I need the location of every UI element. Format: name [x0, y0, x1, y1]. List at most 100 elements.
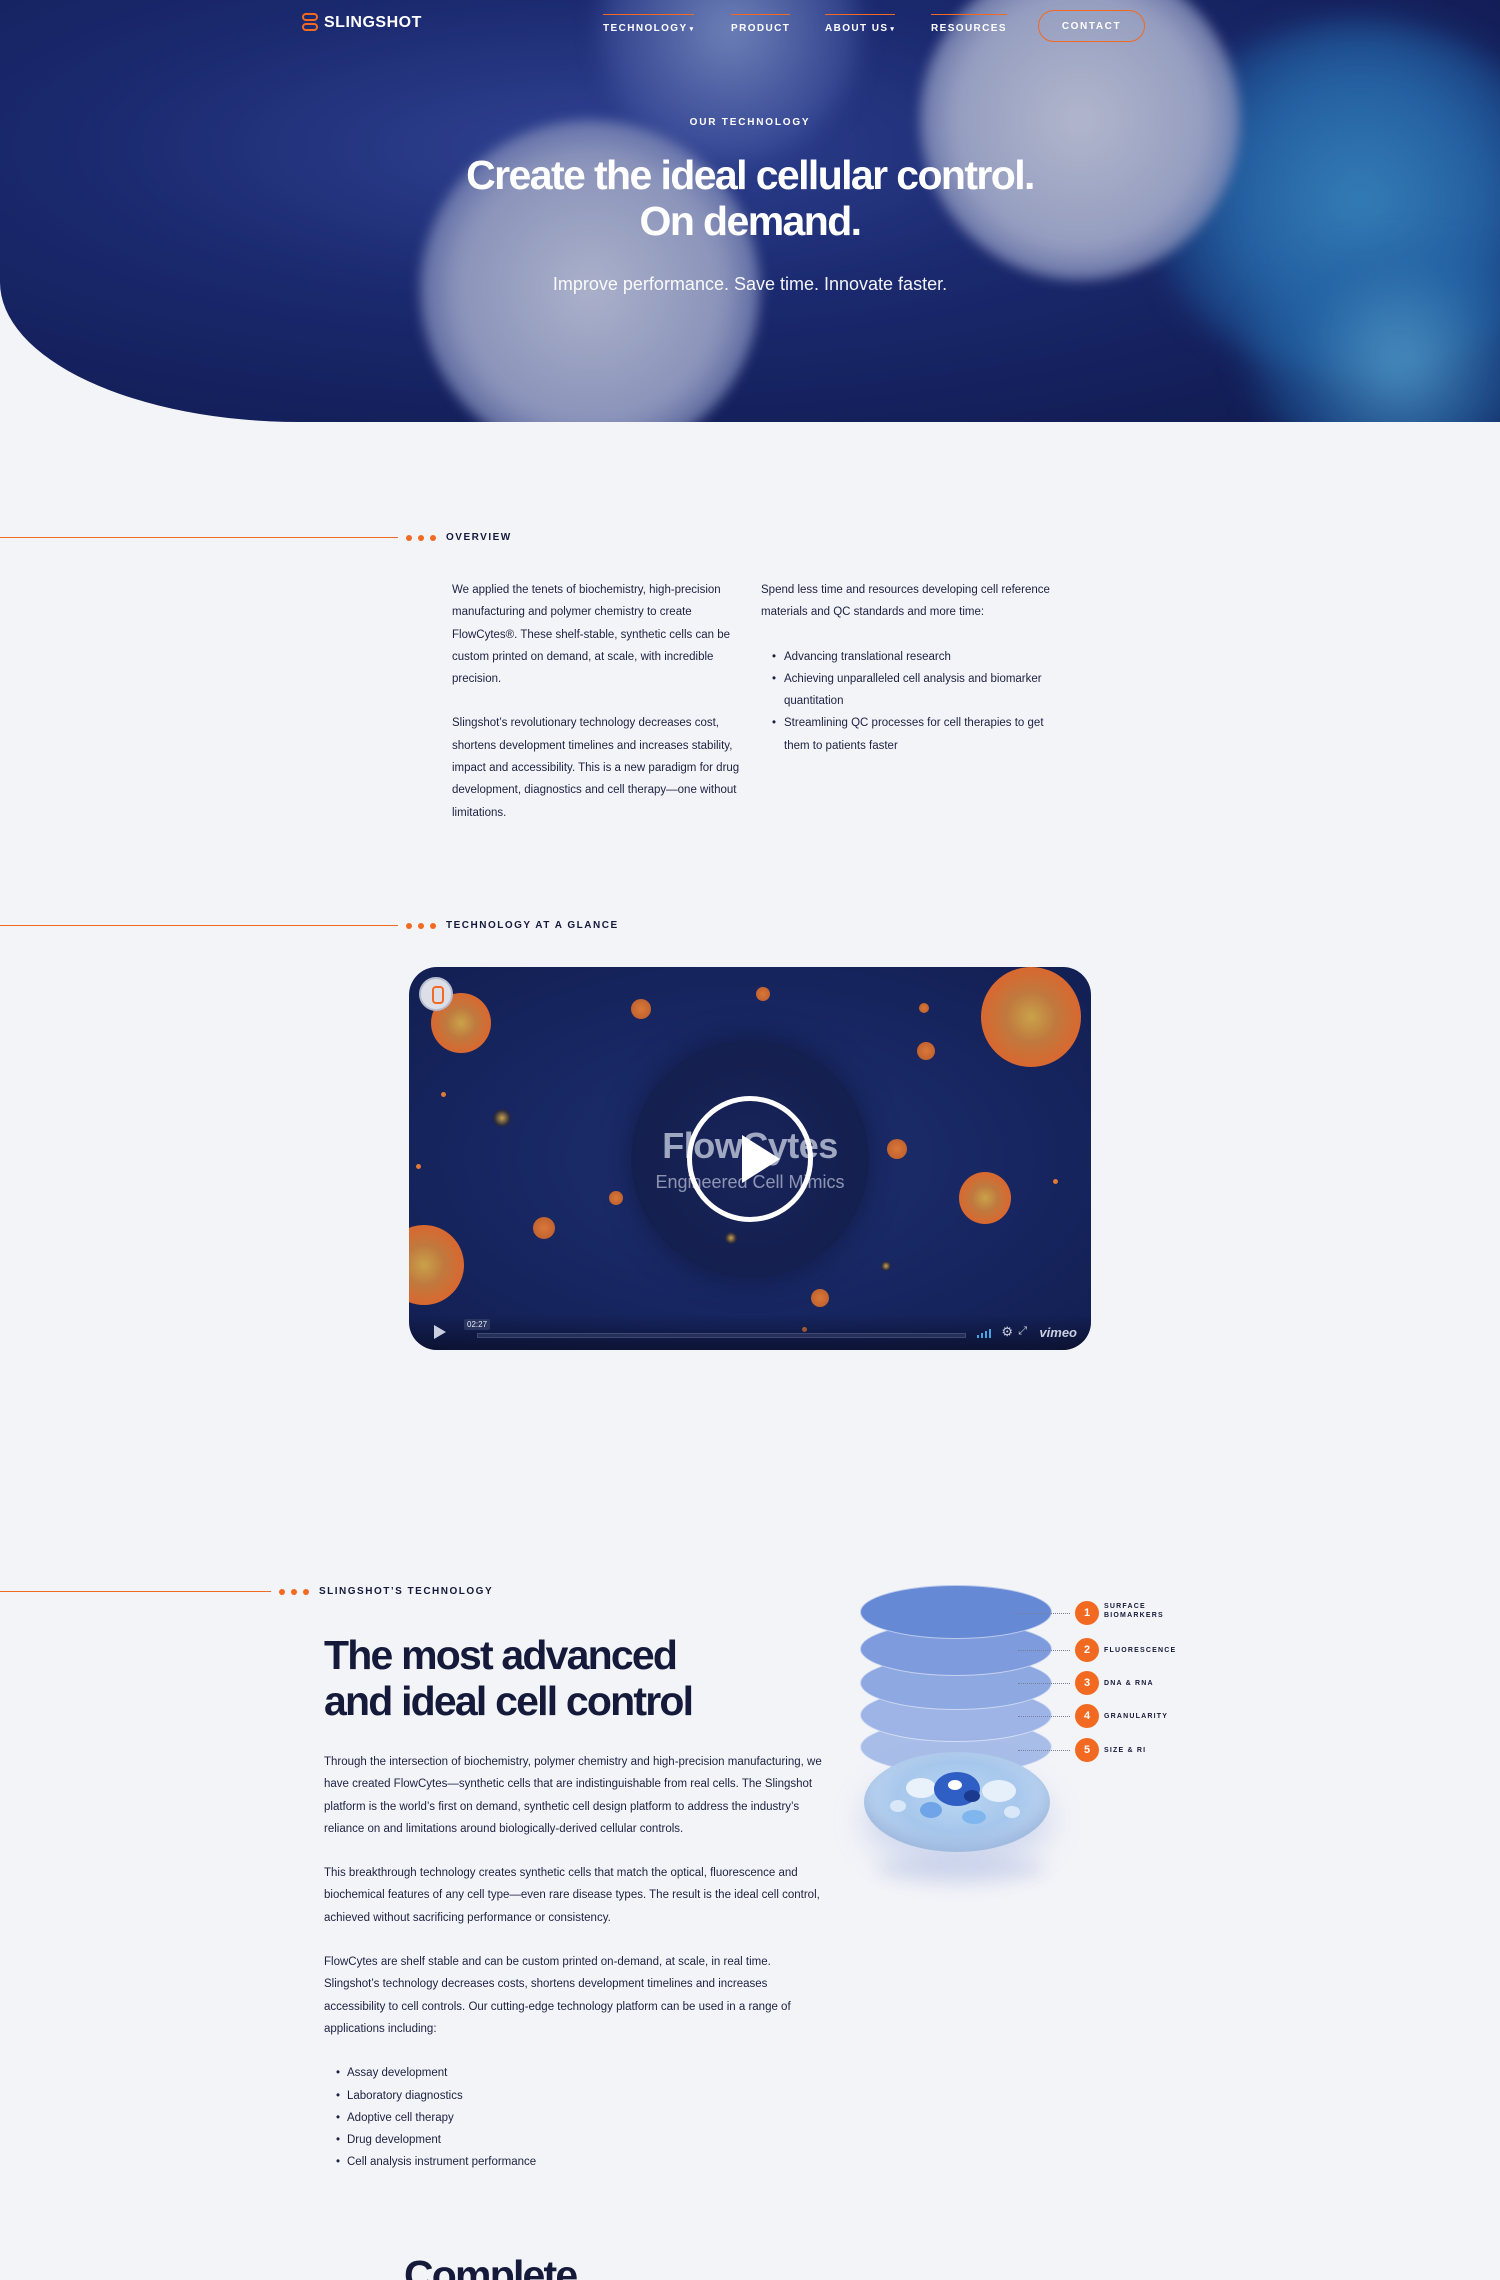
leader-line — [1018, 1683, 1070, 1684]
overview-right-column: Spend less time and resources developing… — [761, 579, 1061, 757]
technology-body: Through the intersection of biochemistry… — [324, 1751, 824, 2174]
section-divider-line — [0, 925, 398, 926]
diagram-label: FLUORESCENCE — [1104, 1647, 1177, 1654]
overview-left-column: We applied the tenets of biochemistry, h… — [452, 579, 742, 846]
applications-list: Assay development Laboratory diagnostics… — [324, 2062, 824, 2174]
cell-graphic — [919, 1003, 929, 1013]
cell-graphic — [409, 1225, 464, 1305]
list-item: Adoptive cell therapy — [324, 2107, 824, 2130]
diagram-organelle — [962, 1810, 986, 1824]
list-item: Cell analysis instrument performance — [324, 2151, 824, 2174]
diagram-organelle — [920, 1802, 942, 1818]
cell-graphic — [981, 967, 1081, 1067]
section-label-text: OVERVIEW — [446, 532, 512, 543]
overview-intro: Spend less time and resources developing… — [761, 584, 1050, 619]
leader-line — [1018, 1650, 1070, 1651]
list-item: Advancing translational research — [761, 646, 1061, 669]
site-logo[interactable]: SLINGSHOT — [302, 13, 422, 33]
cell-graphic — [881, 1261, 891, 1271]
cell-graphic — [533, 1217, 555, 1239]
chevron-down-icon: ▾ — [890, 26, 896, 33]
cell-graphic — [609, 1191, 623, 1205]
cell-graphic — [811, 1289, 829, 1307]
section-label-text: SLINGSHOT’S TECHNOLOGY — [319, 1586, 494, 1597]
diagram-label: DNA & RNA — [1104, 1680, 1154, 1687]
hero-title: Create the ideal cellular control. On de… — [0, 152, 1500, 244]
diagram-number-badge: 2 — [1075, 1638, 1099, 1662]
play-icon[interactable] — [434, 1325, 446, 1339]
video-player[interactable]: FlowCytes Engineered Cell Mimics 02:27 ⚙… — [409, 967, 1091, 1350]
video-controls: 02:27 ⚙ ⤢ vimeo — [409, 1314, 1091, 1350]
list-item: Assay development — [324, 2062, 824, 2085]
nav-technology[interactable]: TECHNOLOGY ▾ — [603, 14, 695, 34]
hero-subtitle: Improve performance. Save time. Innovate… — [552, 274, 948, 294]
slingshot-logo-icon — [302, 13, 318, 33]
diagram-label: SURFACE BIOMARKERS — [1104, 1603, 1164, 1619]
nav-about-us[interactable]: ABOUT US ▾ — [825, 14, 896, 34]
diagram-label: SIZE & RI — [1104, 1747, 1147, 1754]
list-item: Drug development — [324, 2129, 824, 2152]
hero-title-line: Create the ideal cellular control. — [466, 152, 1035, 198]
play-icon[interactable] — [687, 1096, 813, 1222]
diagram-cell-sphere — [864, 1752, 1050, 1852]
chevron-down-icon: ▾ — [689, 26, 695, 33]
diagram-organelle — [982, 1780, 1016, 1802]
technology-paragraph: FlowCytes are shelf stable and can be cu… — [324, 1956, 791, 2035]
nav-product[interactable]: PRODUCT — [731, 14, 791, 34]
leader-line — [1018, 1716, 1070, 1717]
overview-paragraph: Slingshot’s revolutionary technology dec… — [452, 717, 740, 819]
technology-title: The most advanced and ideal cell control — [324, 1632, 694, 1724]
hero-eyebrow: OUR TECHNOLOGY — [689, 117, 811, 128]
section-label-glance: TECHNOLOGY AT A GLANCE — [0, 920, 619, 931]
nav-resources[interactable]: RESOURCES — [931, 14, 1007, 34]
cell-graphic — [441, 1092, 446, 1097]
gear-icon[interactable]: ⚙ — [1001, 1324, 1013, 1340]
section-label-technology: SLINGSHOT’S TECHNOLOGY — [0, 1586, 493, 1597]
diagram-number-badge: 1 — [1075, 1601, 1099, 1625]
cell-graphic — [725, 1232, 737, 1244]
cell-graphic — [631, 999, 651, 1019]
technology-title-line: and ideal cell control — [324, 1678, 694, 1724]
list-item: Streamlining QC processes for cell thera… — [761, 712, 1061, 757]
dots-icon — [406, 922, 436, 929]
diagram-organelle — [948, 1780, 962, 1790]
section-label-overview: OVERVIEW — [0, 532, 512, 543]
video-progress-bar[interactable] — [477, 1333, 966, 1338]
diagram-organelle — [1004, 1806, 1020, 1818]
cell-graphic — [756, 987, 770, 1001]
list-item: Achieving unparalleled cell analysis and… — [761, 668, 1061, 713]
diagram-label: GRANULARITY — [1104, 1713, 1169, 1720]
diagram-layer — [860, 1585, 1052, 1639]
diagram-organelle — [964, 1790, 980, 1802]
leader-line — [1018, 1613, 1070, 1614]
diagram-organelle — [890, 1800, 906, 1812]
leader-line — [1018, 1750, 1070, 1751]
diagram-number-badge: 5 — [1075, 1738, 1099, 1762]
overview-paragraph: We applied the tenets of biochemistry, h… — [452, 584, 730, 686]
video-timestamp: 02:27 — [464, 1319, 491, 1330]
dots-icon — [406, 534, 436, 541]
hero-title-line: On demand. — [639, 198, 863, 244]
cell-graphic — [917, 1042, 935, 1060]
volume-icon[interactable] — [977, 1328, 993, 1338]
technology-paragraph: Through the intersection of biochemistry… — [324, 1756, 822, 1835]
section-divider-line — [0, 1591, 271, 1592]
list-item: Laboratory diagnostics — [324, 2085, 824, 2108]
diagram-organelle — [906, 1778, 936, 1798]
contact-button[interactable]: CONTACT — [1038, 10, 1145, 42]
diagram-shadow — [876, 1855, 1046, 1883]
diagram-number-badge: 4 — [1075, 1704, 1099, 1728]
vimeo-logo[interactable]: vimeo — [1039, 1325, 1077, 1340]
next-section-title: Complete — [404, 2252, 578, 2280]
fullscreen-icon[interactable]: ⤢ — [1018, 1325, 1027, 1338]
section-label-text: TECHNOLOGY AT A GLANCE — [446, 920, 619, 931]
logo-text: SLINGSHOT — [324, 14, 422, 31]
overview-list: Advancing translational research Achievi… — [761, 646, 1061, 757]
channel-avatar-icon[interactable] — [419, 977, 453, 1011]
technology-paragraph: This breakthrough technology creates syn… — [324, 1867, 820, 1924]
diagram-number-badge: 3 — [1075, 1671, 1099, 1695]
technology-title-line: The most advanced — [324, 1632, 678, 1678]
top-navigation: SLINGSHOT TECHNOLOGY ▾ PRODUCT ABOUT US ▾ … — [0, 0, 1500, 52]
dots-icon — [279, 1588, 309, 1595]
section-divider-line — [0, 537, 398, 538]
